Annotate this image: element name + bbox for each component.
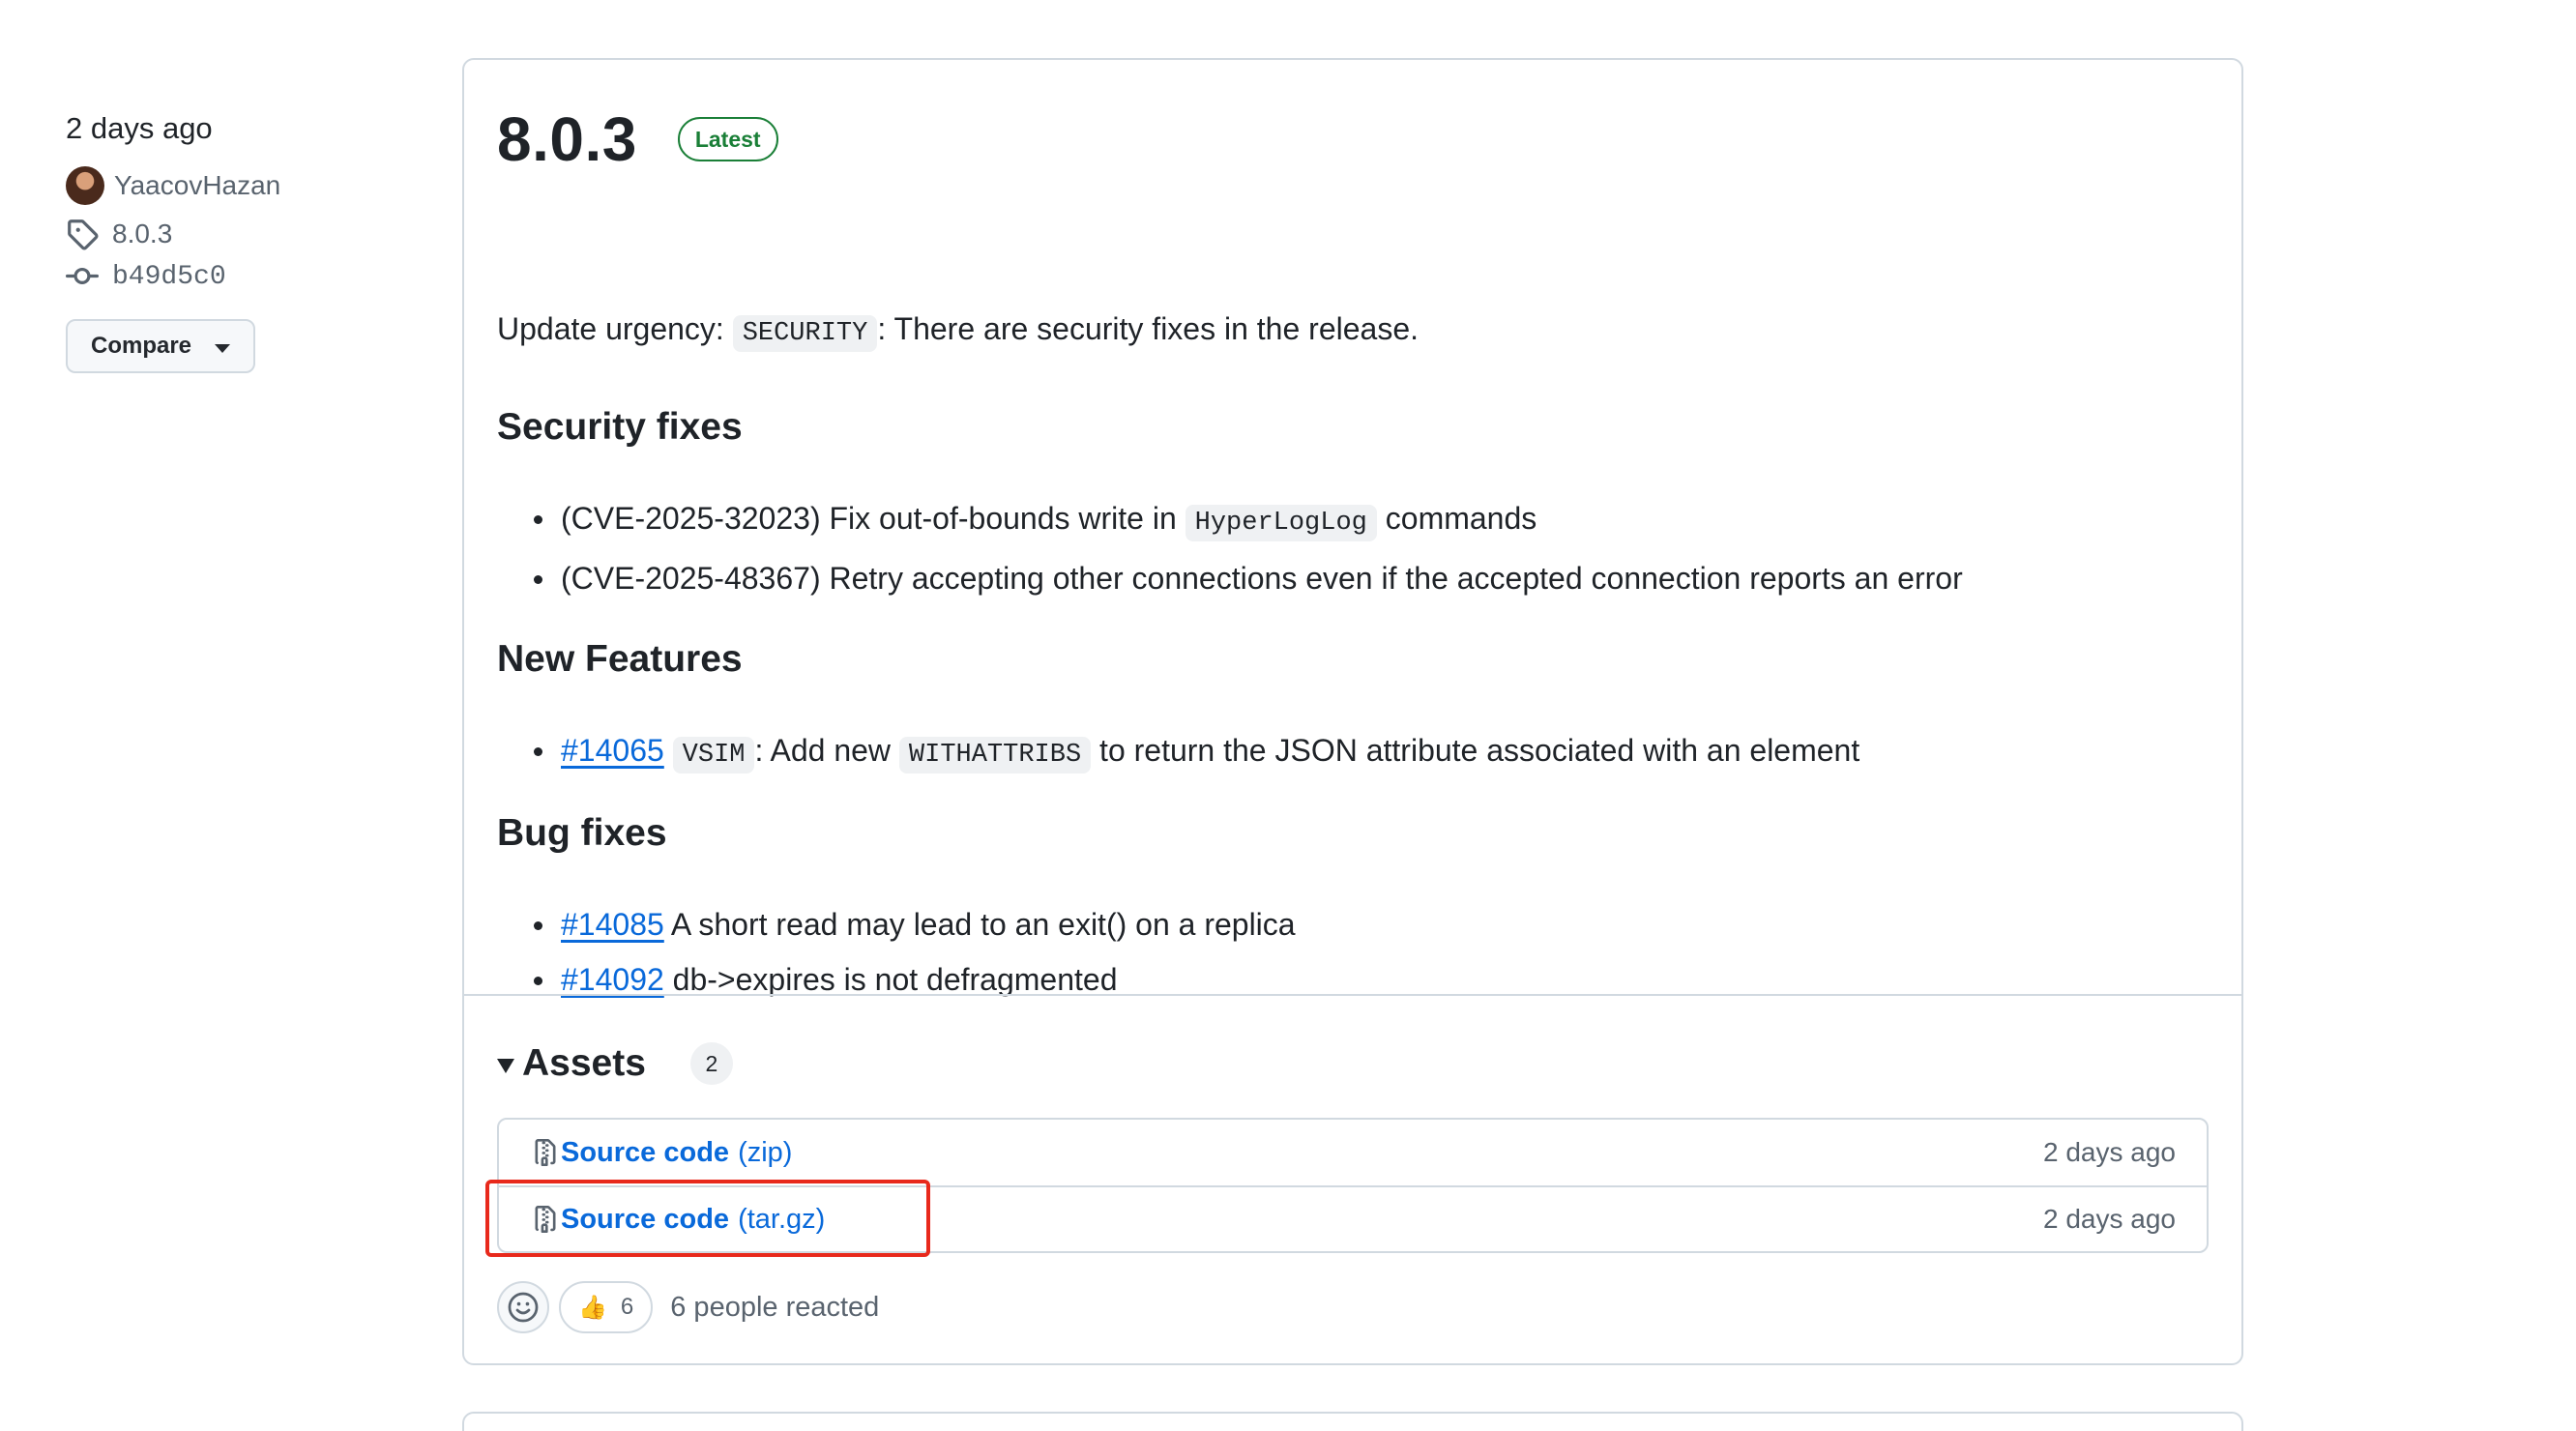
release-header: 8.0.3 Latest — [497, 101, 2209, 178]
list-item: (CVE-2025-32023) Fix out-of-bounds write… — [497, 491, 1963, 551]
item-text: commands — [1385, 501, 1537, 536]
asset-kind[interactable]: (tar.gz) — [738, 1204, 825, 1236]
tag-icon — [68, 219, 99, 250]
reaction-summary: 6 people reacted — [670, 1291, 880, 1323]
assets-title[interactable]: Assets — [522, 1042, 646, 1085]
file-zip-icon — [535, 1206, 556, 1233]
release-body: 8.0.3 Latest Update urgency: SECURITY: T… — [497, 101, 2209, 997]
urgency-code: SECURITY — [732, 315, 878, 352]
list-item: #14085 A short read may lead to an exit(… — [497, 897, 1296, 952]
asset-row-zip[interactable]: Source code (zip) 2 days ago — [499, 1120, 2207, 1185]
asset-name[interactable]: Source code — [561, 1137, 729, 1169]
disclosure-triangle-icon — [497, 1058, 514, 1073]
compare-button[interactable]: Compare — [66, 319, 256, 373]
item-text: db->expires is not defragmented — [672, 962, 1118, 997]
list-item: (CVE-2025-48367) Retry accepting other c… — [497, 551, 1963, 606]
bugs-heading: Bug fixes — [497, 812, 667, 854]
item-text: A short read may lead to an exit() on a … — [670, 907, 1296, 942]
bugs-list: #14085 A short read may lead to an exit(… — [497, 897, 1296, 1008]
urgency-line: Update urgency: SECURITY: There are secu… — [497, 307, 1419, 355]
add-reaction-button[interactable] — [497, 1281, 549, 1333]
author[interactable]: YaacovHazan — [66, 166, 414, 205]
commit-sha[interactable]: b49d5c0 — [112, 262, 226, 292]
pr-link[interactable]: #14065 — [561, 733, 664, 768]
item-text: to return the JSON attribute associated … — [1099, 733, 1860, 768]
asset-row-targz[interactable]: Source code (tar.gz) 2 days ago — [499, 1185, 2207, 1251]
tag-name[interactable]: 8.0.3 — [112, 219, 172, 249]
divider — [464, 994, 2241, 996]
assets-count: 2 — [689, 1042, 733, 1085]
asset-kind[interactable]: (zip) — [738, 1137, 792, 1169]
asset-name[interactable]: Source code — [561, 1204, 729, 1236]
assets-toggle[interactable]: Assets 2 — [497, 1027, 733, 1100]
author-name[interactable]: YaacovHazan — [114, 170, 280, 201]
list-item: #14092 db->expires is not defragmented — [497, 952, 1296, 1008]
features-list: #14065 VSIM: Add new WITHATTRIBS to retu… — [497, 723, 1859, 783]
item-text: (CVE-2025-48367) Retry accepting other c… — [561, 561, 1963, 596]
avatar[interactable] — [66, 166, 104, 205]
next-release-card — [462, 1412, 2243, 1431]
commit-link[interactable]: b49d5c0 — [66, 255, 414, 298]
release-date: 2 days ago — [66, 111, 213, 145]
smiley-icon — [508, 1292, 539, 1323]
compare-label: Compare — [91, 333, 192, 359]
security-heading: Security fixes — [497, 406, 743, 448]
security-list: (CVE-2025-32023) Fix out-of-bounds write… — [497, 491, 1963, 606]
urgency-suffix: : There are security fixes in the releas… — [877, 311, 1419, 346]
release-title[interactable]: 8.0.3 — [497, 103, 637, 175]
reaction-count: 6 — [620, 1294, 634, 1320]
pr-link[interactable]: #14085 — [561, 907, 664, 942]
reactions-bar: 👍 6 6 people reacted — [497, 1280, 879, 1334]
thumbs-up-reaction[interactable]: 👍 6 — [559, 1281, 654, 1333]
urgency-prefix: Update urgency: — [497, 311, 724, 346]
release-card: 8.0.3 Latest Update urgency: SECURITY: T… — [462, 58, 2243, 1365]
release-meta: 2 days ago YaacovHazan 8.0.3 b49d5c0 Com… — [66, 108, 414, 373]
assets-list: Source code (zip) 2 days ago Source code… — [497, 1118, 2209, 1253]
commit-icon — [66, 267, 99, 284]
item-text: : Add new — [754, 733, 892, 768]
inline-code: VSIM — [672, 737, 755, 774]
inline-code: WITHATTRIBS — [898, 737, 1092, 774]
features-heading: New Features — [497, 638, 743, 680]
asset-date: 2 days ago — [2043, 1204, 2176, 1234]
asset-date: 2 days ago — [2043, 1137, 2176, 1167]
item-text: (CVE-2025-32023) Fix out-of-bounds write… — [561, 501, 1177, 536]
file-zip-icon — [535, 1139, 556, 1166]
list-item: #14065 VSIM: Add new WITHATTRIBS to retu… — [497, 723, 1859, 783]
latest-badge: Latest — [677, 117, 778, 161]
pr-link[interactable]: #14092 — [561, 962, 664, 997]
caret-down-icon — [215, 343, 231, 353]
thumbs-up-icon: 👍 — [578, 1294, 607, 1321]
tag-link[interactable]: 8.0.3 — [66, 213, 414, 255]
inline-code: HyperLogLog — [1185, 505, 1377, 541]
